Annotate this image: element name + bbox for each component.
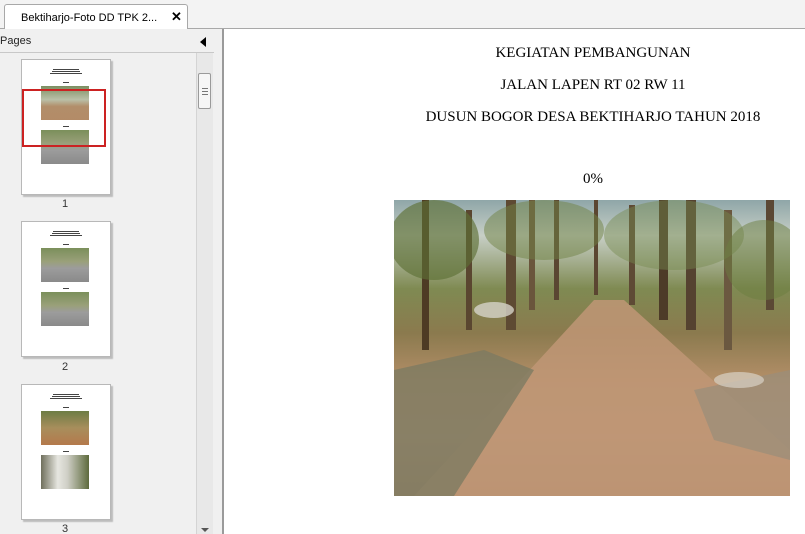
document-tab[interactable]: Bektiharjo-Foto DD TPK 2... ✕ <box>4 4 188 29</box>
current-page-highlight <box>22 89 106 147</box>
thumbnail-photo <box>41 292 89 326</box>
close-icon[interactable]: ✕ <box>171 9 182 25</box>
page-number-3: 3 <box>61 523 69 534</box>
document-view[interactable]: KEGIATAN PEMBANGUNAN JALAN LAPEN RT 02 R… <box>226 29 805 534</box>
thumbnail-photo <box>41 248 89 282</box>
scroll-thumb[interactable] <box>198 73 211 109</box>
tab-bar: Bektiharjo-Foto DD TPK 2... ✕ <box>0 0 805 29</box>
page-thumbnail-2[interactable] <box>21 221 111 357</box>
document-heading-3: DUSUN BOGOR DESA BEKTIHARJO TAHUN 2018 <box>425 109 761 125</box>
thumbnail-text <box>50 230 82 237</box>
page-thumbnail-3[interactable] <box>21 384 111 520</box>
tab-title: Bektiharjo-Foto DD TPK 2... <box>21 12 158 24</box>
page-number-2: 2 <box>61 361 69 373</box>
thumbnail-text <box>50 68 82 75</box>
thumbnail-label <box>63 288 69 289</box>
road-photo-drawing <box>394 200 790 496</box>
thumbnail-photo <box>41 411 89 445</box>
thumbnail-label <box>63 244 69 245</box>
sidebar-header: Pages <box>0 29 214 53</box>
sidebar-scrollbar[interactable] <box>196 53 213 534</box>
thumbnail-label <box>63 407 69 408</box>
scroll-down-icon[interactable] <box>201 528 209 532</box>
thumbnail-label <box>63 82 69 83</box>
chevron-left-icon[interactable] <box>200 37 206 47</box>
sidebar-title: Pages <box>0 35 32 47</box>
thumbnail-label <box>63 451 69 452</box>
thumbnail-photo <box>41 455 89 489</box>
thumbnail-list: 1 2 3 <box>0 53 196 534</box>
thumbnail-text <box>50 393 82 400</box>
page-number-1: 1 <box>61 198 69 210</box>
document-heading-1: KEGIATAN PEMBANGUNAN <box>495 45 691 61</box>
document-heading-2: JALAN LAPEN RT 02 RW 11 <box>500 77 686 93</box>
progress-label: 0% <box>583 171 603 187</box>
road-photo <box>394 200 790 496</box>
pages-sidebar: Pages 1 2 3 <box>0 29 224 534</box>
